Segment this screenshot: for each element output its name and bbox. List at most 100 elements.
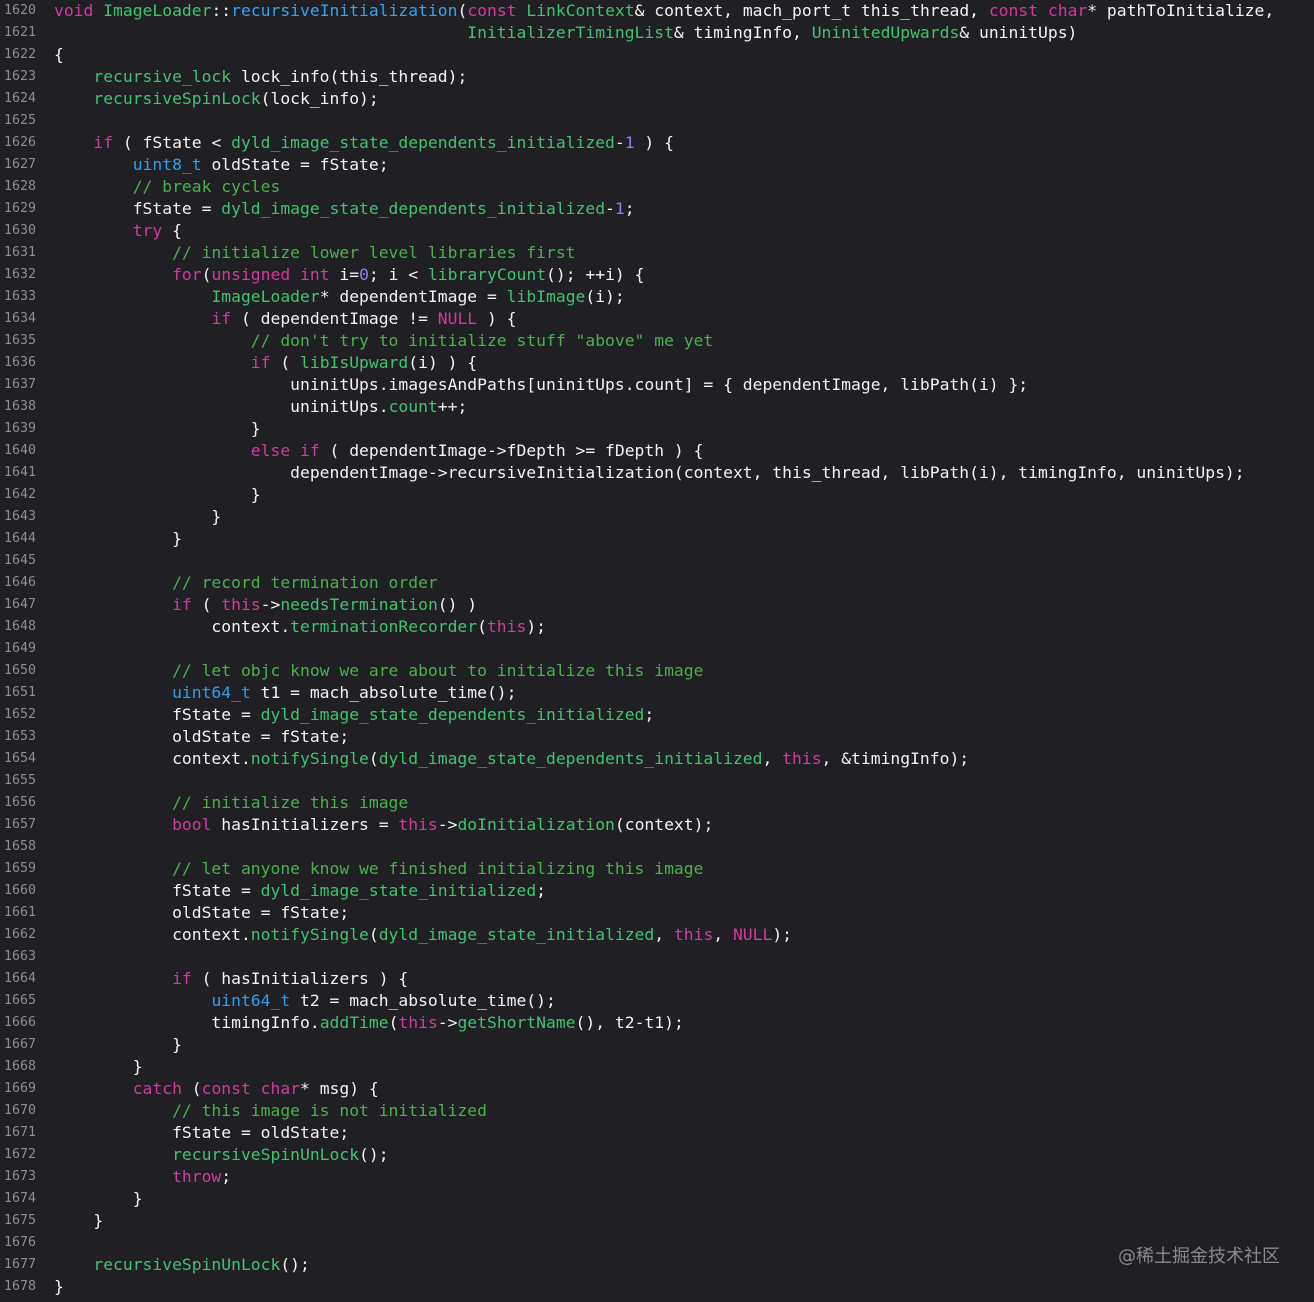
line-number: 1636 [4, 355, 37, 370]
code-line[interactable]: 1635 // don't try to initialize stuff "a… [0, 330, 1314, 352]
line-code: // this image is not initialized [54, 1100, 487, 1122]
code-line[interactable]: 1634 if ( dependentImage != NULL ) { [0, 308, 1314, 330]
code-line[interactable]: 1658 [0, 836, 1314, 858]
line-number: 1628 [4, 179, 37, 194]
comment-token: // this image is not initialized [172, 1101, 487, 1120]
code-text: (), t2-t1); [575, 1013, 684, 1032]
code-line[interactable]: 1641 dependentImage->recursiveInitializa… [0, 462, 1314, 484]
keyword-token: else [250, 441, 291, 460]
code-line[interactable]: 1664 if ( hasInitializers ) { [0, 968, 1314, 990]
code-line[interactable]: 1667 } [0, 1034, 1314, 1056]
code-line[interactable]: 1647 if ( this->needsTermination() ) [0, 594, 1314, 616]
code-line[interactable]: 1652 fState = dyld_image_state_dependent… [0, 704, 1314, 726]
code-line[interactable]: 1662 context.notifySingle(dyld_image_sta… [0, 924, 1314, 946]
symbol-token: recursiveSpinUnLock [93, 1255, 281, 1274]
code-line[interactable]: 1677 recursiveSpinUnLock(); [0, 1254, 1314, 1276]
code-line[interactable]: 1625 [0, 110, 1314, 132]
line-code: } [54, 1210, 103, 1232]
code-line[interactable]: 1678} [0, 1276, 1314, 1298]
code-line[interactable]: 1674 } [0, 1188, 1314, 1210]
code-line[interactable]: 1636 if ( libIsUpward(i) ) { [0, 352, 1314, 374]
code-line[interactable]: 1640 else if ( dependentImage->fDepth >=… [0, 440, 1314, 462]
line-code: } [54, 418, 261, 440]
code-line[interactable]: 1644 } [0, 528, 1314, 550]
code-line[interactable]: 1639 } [0, 418, 1314, 440]
code-line[interactable]: 1631 // initialize lower level libraries… [0, 242, 1314, 264]
line-code: if ( this->needsTermination() ) [54, 594, 477, 616]
keyword-token: for [172, 265, 202, 284]
code-line[interactable]: 1627 uint8_t oldState = fState; [0, 154, 1314, 176]
code-line[interactable]: 1651 uint64_t t1 = mach_absolute_time(); [0, 682, 1314, 704]
code-text: (i); [585, 287, 625, 306]
type-token: uint8_t [132, 155, 202, 174]
code-line[interactable]: 1632 for(unsigned int i=0; i < libraryCo… [0, 264, 1314, 286]
code-line[interactable]: 1673 throw; [0, 1166, 1314, 1188]
code-line[interactable]: 1659 // let anyone know we finished init… [0, 858, 1314, 880]
code-text: :: [211, 1, 232, 20]
code-line[interactable]: 1624 recursiveSpinLock(lock_info); [0, 88, 1314, 110]
code-line[interactable]: 1623 recursive_lock lock_info(this_threa… [0, 66, 1314, 88]
code-text: ); [772, 925, 793, 944]
code-line[interactable]: 1671 fState = oldState; [0, 1122, 1314, 1144]
code-line[interactable]: 1645 [0, 550, 1314, 572]
code-editor[interactable]: 1620 void ImageLoader::recursiveInitializ… [0, 0, 1314, 1298]
line-number: 1663 [4, 949, 37, 964]
keyword-token: this [398, 1013, 438, 1032]
code-text: } [54, 1189, 143, 1208]
code-line[interactable]: 1643 } [0, 506, 1314, 528]
code-line[interactable]: 1657 bool hasInitializers = this->doInit… [0, 814, 1314, 836]
keyword-token: this [486, 617, 527, 636]
code-line[interactable]: 1676 [0, 1232, 1314, 1254]
code-line[interactable]: 1621 InitializerTimingList& timingInfo, … [0, 22, 1314, 44]
code-line[interactable]: 1670 // this image is not initialized [0, 1100, 1314, 1122]
code-text: } [54, 507, 222, 526]
code-line[interactable]: 1633 ImageLoader* dependentImage = libIm… [0, 286, 1314, 308]
line-code: timingInfo.addTime(this->getShortName(),… [54, 1012, 684, 1034]
code-line[interactable]: 1663 [0, 946, 1314, 968]
code-line[interactable]: 1630 try { [0, 220, 1314, 242]
code-line[interactable]: 1654 context.notifySingle(dyld_image_sta… [0, 748, 1314, 770]
code-line[interactable]: 1650 // let objc know we are about to in… [0, 660, 1314, 682]
code-line[interactable]: 1646 // record termination order [0, 572, 1314, 594]
code-text: oldState = fState; [54, 903, 350, 922]
code-line[interactable]: 1656 // initialize this image [0, 792, 1314, 814]
line-code: // initialize lower level libraries firs… [54, 242, 575, 264]
code-line[interactable]: 1626 if ( fState < dyld_image_state_depe… [0, 132, 1314, 154]
code-line[interactable]: 1637 uninitUps.imagesAndPaths[uninitUps.… [0, 374, 1314, 396]
code-line[interactable]: 1622 { [0, 44, 1314, 66]
keyword-token: this [782, 749, 822, 768]
line-code: // record termination order [54, 572, 438, 594]
code-line[interactable]: 1665 uint64_t t2 = mach_absolute_time(); [0, 990, 1314, 1012]
code-line[interactable]: 1642 } [0, 484, 1314, 506]
code-text: ( [388, 1013, 399, 1032]
code-text: - [614, 133, 625, 152]
code-text: ( [181, 1079, 202, 1098]
code-line[interactable]: 1649 [0, 638, 1314, 660]
code-line[interactable]: 1638 uninitUps.count++; [0, 396, 1314, 418]
line-number: 1620 [4, 3, 37, 18]
code-line[interactable]: 1660 fState = dyld_image_state_initializ… [0, 880, 1314, 902]
code-line[interactable]: 1675 } [0, 1210, 1314, 1232]
code-text: } [54, 1277, 64, 1296]
code-text: } [54, 529, 182, 548]
code-line[interactable]: 1629 fState = dyld_image_state_dependent… [0, 198, 1314, 220]
code-line[interactable]: 1655 [0, 770, 1314, 792]
code-line[interactable]: 1648 context.terminationRecorder(this); [0, 616, 1314, 638]
code-line[interactable]: 1668 } [0, 1056, 1314, 1078]
code-line[interactable]: 1669 catch (const char* msg) { [0, 1078, 1314, 1100]
code-line[interactable]: 1672 recursiveSpinUnLock(); [0, 1144, 1314, 1166]
line-code: } [54, 1188, 143, 1210]
code-line[interactable]: 1628 // break cycles [0, 176, 1314, 198]
code-text: ) { [634, 133, 674, 152]
code-line[interactable]: 1653 oldState = fState; [0, 726, 1314, 748]
code-line[interactable]: 1661 oldState = fState; [0, 902, 1314, 924]
code-line[interactable]: 1666 timingInfo.addTime(this->getShortNa… [0, 1012, 1314, 1034]
code-line[interactable]: 1620 void ImageLoader::recursiveInitializ… [0, 0, 1314, 22]
line-number: 1677 [4, 1257, 37, 1272]
